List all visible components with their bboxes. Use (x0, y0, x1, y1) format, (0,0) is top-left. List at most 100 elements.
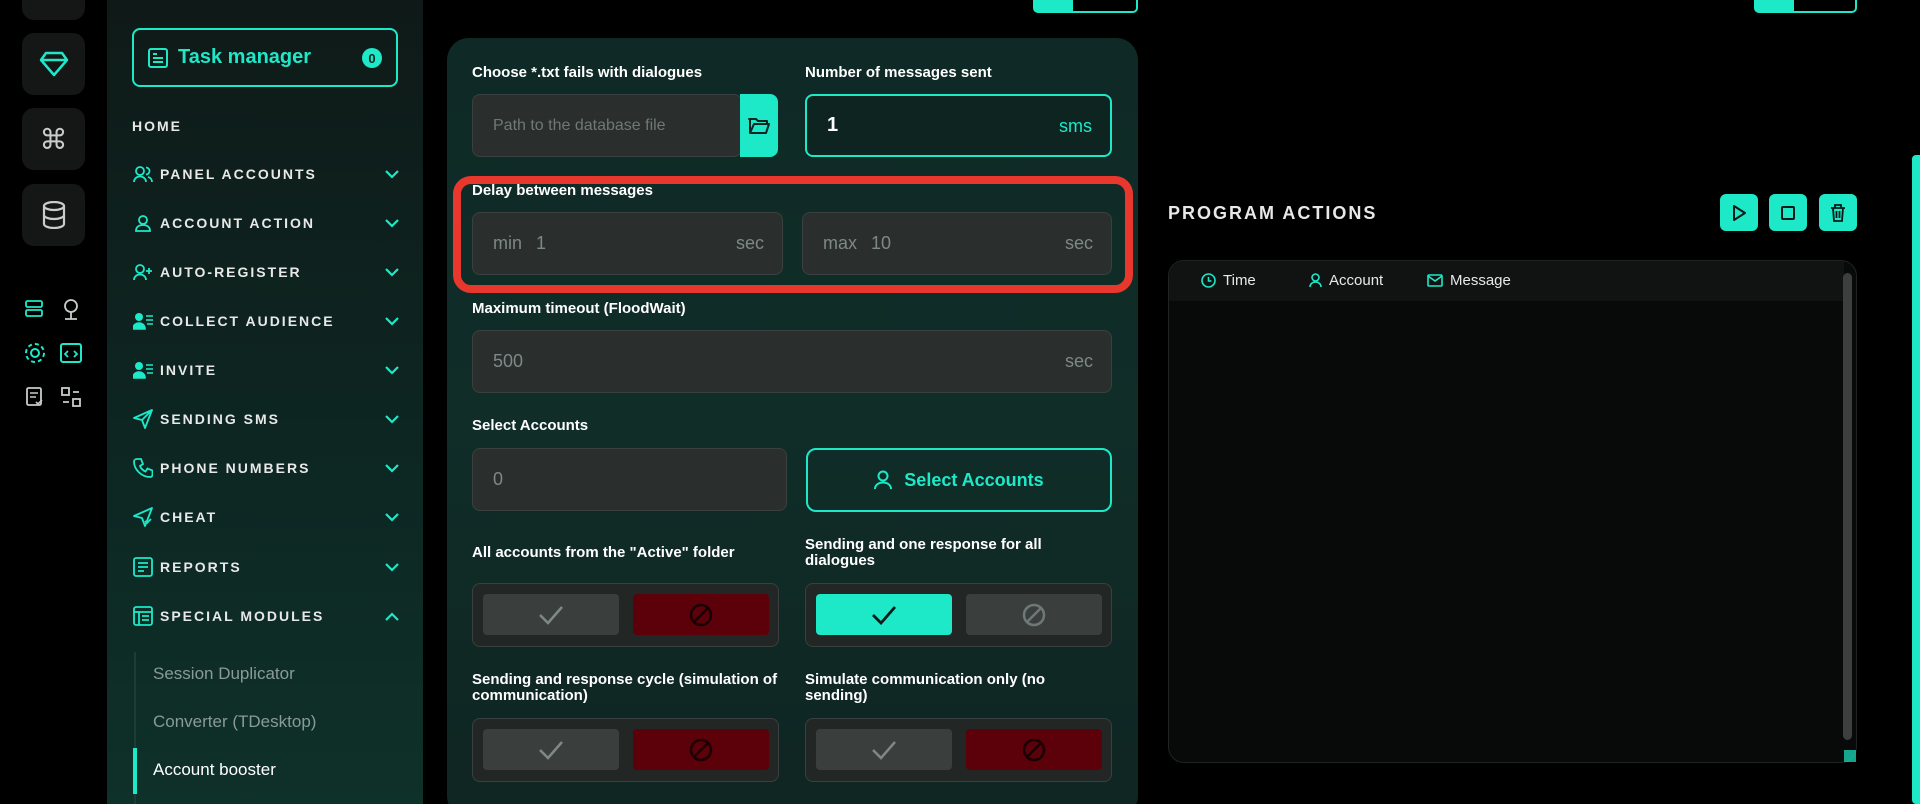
nav-reports[interactable]: REPORTS (132, 555, 402, 579)
server-icon[interactable] (22, 296, 48, 322)
top-toggle-button[interactable] (1033, 0, 1138, 13)
check-icon (872, 605, 897, 625)
log-scrollbar[interactable] (1843, 273, 1852, 740)
rail-top-button[interactable] (22, 0, 85, 20)
nav-label: AUTO-REGISTER (160, 264, 302, 280)
toggle-on-button[interactable] (483, 729, 619, 770)
column-message-label: Message (1450, 272, 1511, 289)
submenu-active-indicator (133, 748, 137, 794)
open-folder-button[interactable] (740, 94, 778, 157)
nav-home[interactable]: HOME (132, 118, 182, 134)
rail-diamond-button[interactable] (22, 33, 85, 95)
clear-log-button[interactable] (1819, 194, 1857, 231)
chevron-down-icon (382, 507, 402, 527)
toggle-active-folder (472, 583, 779, 647)
column-account-label: Account (1329, 272, 1384, 289)
toggle-on-button[interactable] (816, 594, 952, 635)
resize-handle[interactable] (1844, 750, 1856, 762)
messages-unit: sms (1059, 116, 1092, 136)
nav-label: CHEAT (160, 509, 218, 525)
timeout-input[interactable]: 500 sec (472, 330, 1112, 393)
nav-invite[interactable]: INVITE (132, 358, 402, 382)
select-accounts-button[interactable]: Select Accounts (806, 448, 1112, 512)
sub-item-session-duplicator[interactable]: Session Duplicator (153, 664, 295, 684)
column-time: Time (1201, 272, 1256, 289)
nav-account-action[interactable]: ACCOUNT ACTION (132, 211, 402, 235)
nav-auto-register[interactable]: AUTO-REGISTER (132, 260, 402, 284)
users-icon (132, 163, 154, 185)
code-window-icon[interactable] (58, 340, 84, 366)
chevron-down-icon (382, 311, 402, 331)
nav-label: REPORTS (160, 559, 242, 575)
nav-phone-numbers[interactable]: PHONE NUMBERS (132, 456, 402, 480)
stop-button[interactable] (1769, 194, 1807, 231)
toggle-label-one-response: Sending and one response for all dialogu… (805, 536, 1042, 569)
reports-icon (132, 556, 154, 578)
task-count-badge: 0 (362, 48, 382, 68)
clock-icon (1201, 273, 1216, 288)
task-manager-button[interactable]: Task manager 0 (132, 28, 398, 87)
timeout-value: 500 (493, 351, 524, 371)
task-manager-label: Task manager (178, 46, 312, 68)
nav-sending-sms[interactable]: SENDING SMS (132, 407, 402, 431)
file-path-placeholder: Path to the database file (493, 116, 666, 134)
send-icon (132, 408, 154, 430)
settings-icon[interactable] (22, 340, 48, 366)
sub-item-converter[interactable]: Converter (TDesktop) (153, 712, 316, 732)
sub-item-account-booster[interactable]: Account booster (153, 760, 276, 780)
nav-panel-accounts[interactable]: PANEL ACCOUNTS (132, 162, 402, 186)
shapes-icon[interactable] (58, 384, 84, 410)
accounts-count-input[interactable]: 0 (472, 448, 787, 511)
stop-icon (1781, 205, 1795, 220)
nav-collect-audience[interactable]: COLLECT AUDIENCE (132, 309, 402, 333)
left-rail: ⌘ (0, 0, 107, 804)
column-account: Account (1309, 272, 1383, 289)
disabled-icon (689, 738, 713, 761)
check-icon (539, 605, 563, 625)
user-pin-icon[interactable] (58, 296, 84, 322)
play-icon (1733, 204, 1746, 221)
chevron-down-icon (382, 360, 402, 380)
folder-icon (748, 117, 770, 134)
toggle-response-cycle (472, 718, 779, 782)
top-right-button[interactable] (1754, 0, 1857, 13)
program-actions-title: PROGRAM ACTIONS (1168, 203, 1378, 223)
page-scrollbar[interactable] (1912, 155, 1920, 804)
document-check-icon[interactable] (22, 384, 48, 410)
toggle-off-button[interactable] (966, 594, 1102, 635)
audience-icon (132, 310, 154, 332)
sidebar: Task manager 0 HOME PANEL ACCOUNTS ACCOU… (107, 0, 423, 804)
actions-log: Time Account Message (1168, 260, 1857, 763)
log-header: Time Account Message (1169, 261, 1844, 301)
accounts-count-value: 0 (493, 469, 504, 489)
chevron-down-icon (382, 164, 402, 184)
check-icon (872, 740, 896, 760)
toggle-off-button[interactable] (633, 594, 769, 635)
toggle-on-button[interactable] (483, 594, 619, 635)
select-accounts-button-label: Select Accounts (904, 469, 1044, 490)
toggle-one-response (805, 583, 1112, 647)
nav-label: SPECIAL MODULES (160, 608, 325, 624)
rail-command-button[interactable]: ⌘ (22, 108, 85, 170)
chevron-up-icon (382, 606, 402, 626)
nav-cheat[interactable]: CHEAT (132, 505, 402, 529)
file-label: Choose *.txt fails with dialogues (472, 64, 703, 81)
chevron-down-icon (382, 458, 402, 478)
toggle-off-button[interactable] (966, 729, 1102, 770)
play-button[interactable] (1720, 194, 1758, 231)
mail-icon (1427, 274, 1443, 287)
database-icon (42, 201, 65, 229)
phone-icon (132, 457, 154, 479)
nav-label: INVITE (160, 362, 218, 378)
rail-database-button[interactable] (22, 184, 85, 246)
chevron-down-icon (382, 409, 402, 429)
chevron-down-icon (382, 262, 402, 282)
file-path-input[interactable]: Path to the database file (472, 94, 742, 157)
nav-special-modules[interactable]: SPECIAL MODULES (132, 604, 402, 628)
toggle-on-button[interactable] (816, 729, 952, 770)
messages-count-input[interactable]: 1 sms (805, 94, 1112, 157)
toggle-off-button[interactable] (633, 729, 769, 770)
cheat-icon (132, 506, 154, 528)
modules-icon (132, 605, 154, 627)
toggle-simulate-only (805, 718, 1112, 782)
